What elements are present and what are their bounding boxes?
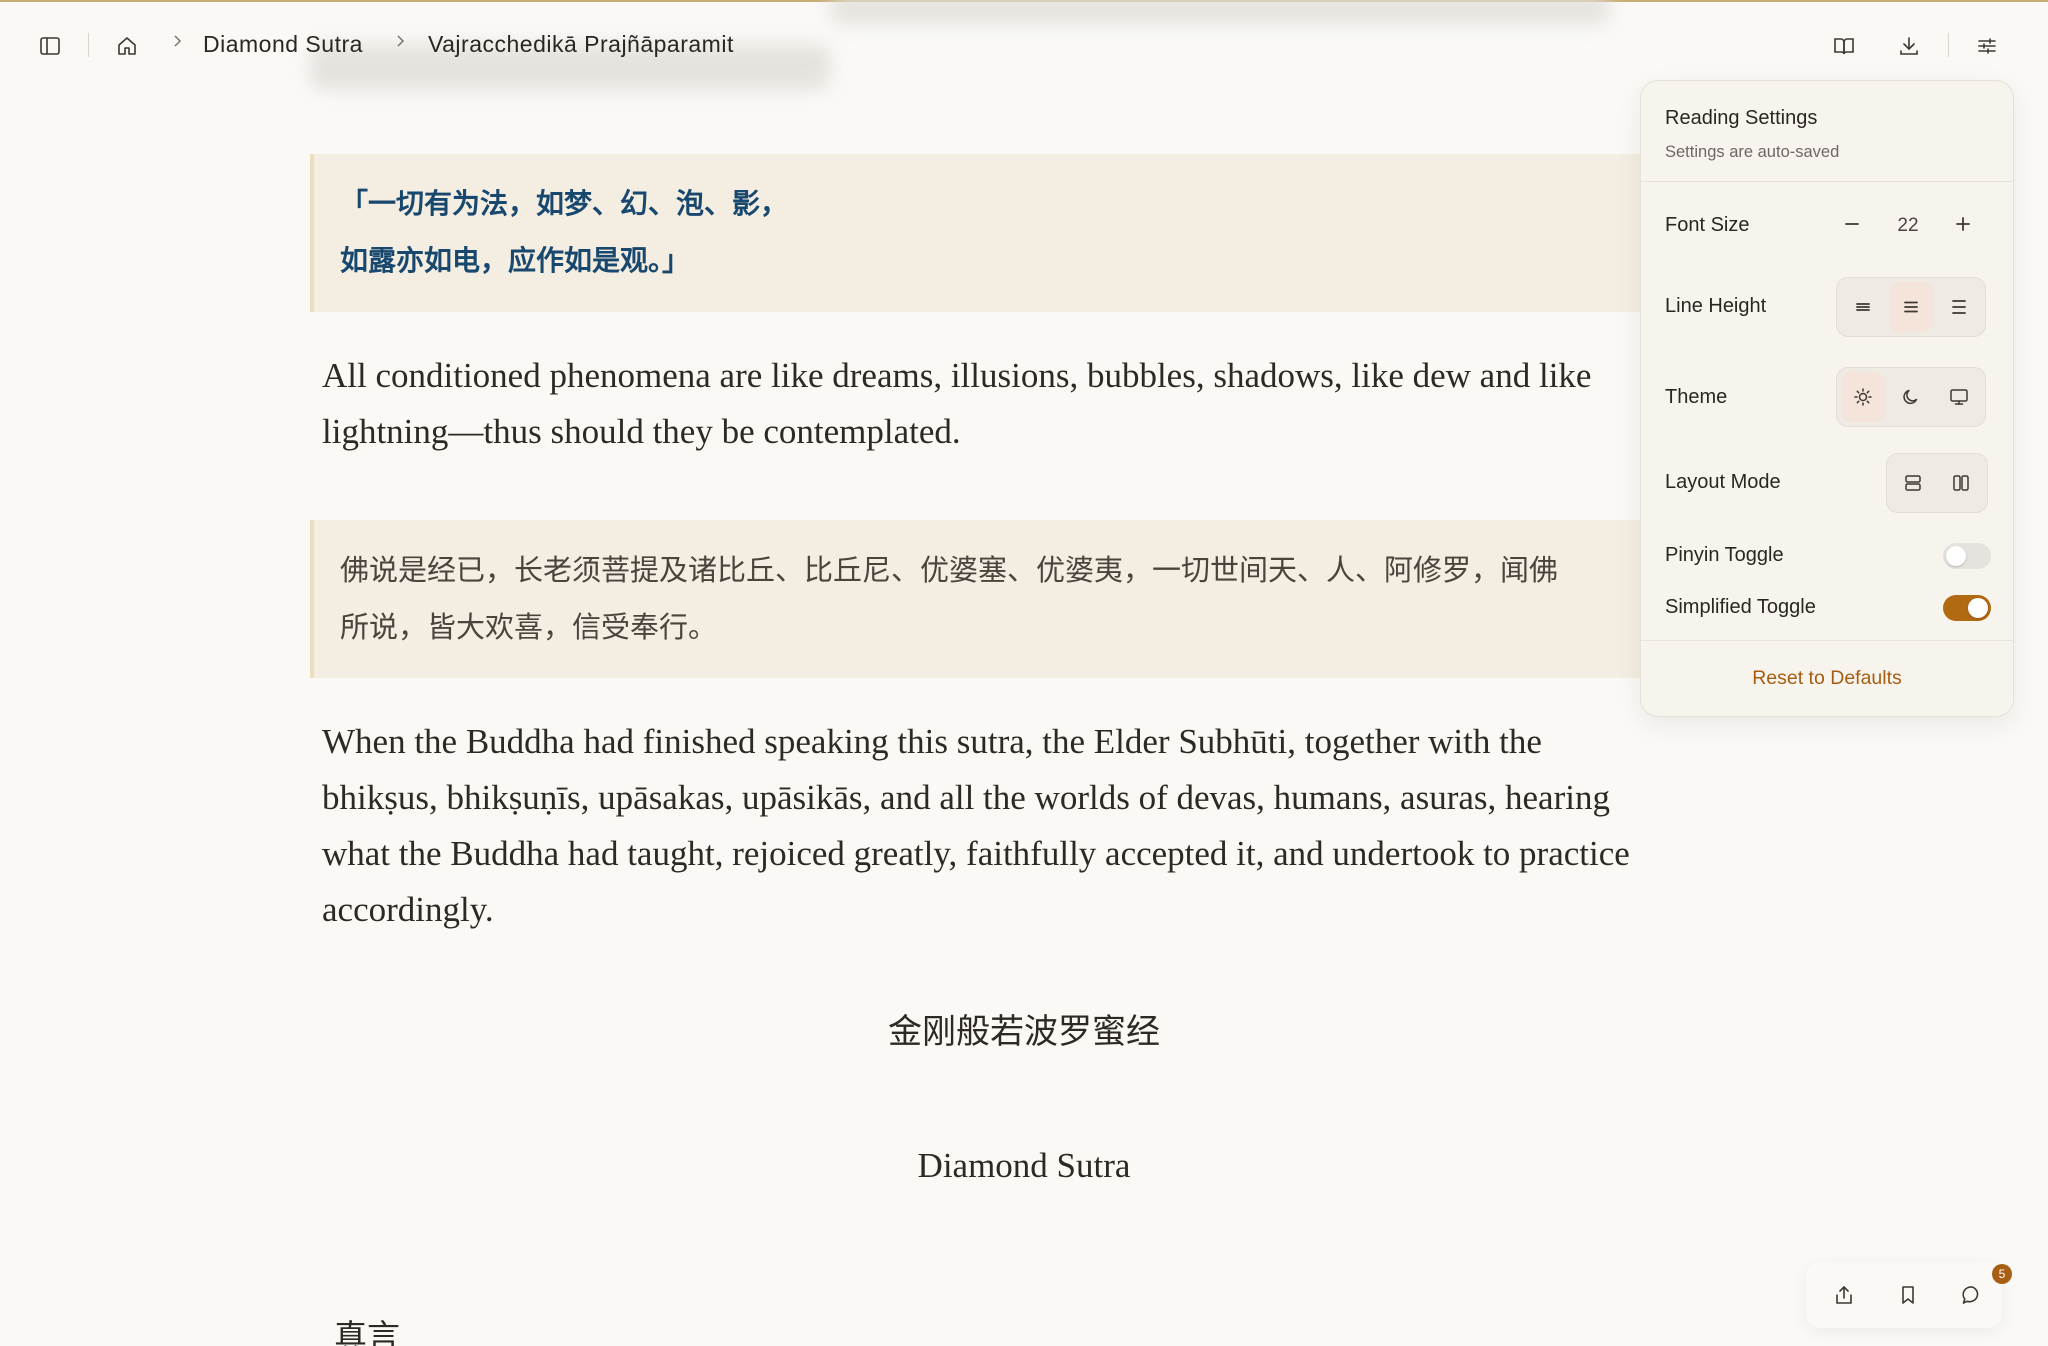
sutra-title-english: Diamond Sutra [917, 1146, 1131, 1185]
reading-mode-button[interactable] [1824, 26, 1864, 66]
book-icon [1834, 38, 1854, 55]
header-divider-right [1948, 33, 1949, 57]
minus-icon [1845, 223, 1859, 225]
reading-settings-panel: Reading Settings Settings are auto-saved… [1640, 80, 2014, 717]
line-height-segmented-control [1836, 277, 1986, 337]
panel-divider [1641, 640, 2013, 641]
home-icon [118, 37, 136, 55]
font-size-value: 22 [1897, 215, 1919, 236]
closing-translation-line: what the Buddha had taught, rejoiced gre… [322, 834, 1630, 873]
line-height-normal-option[interactable] [1889, 282, 1933, 332]
settings-button[interactable] [1967, 26, 2007, 66]
mantra-heading: 真言 [334, 1317, 400, 1346]
closing-chinese-line: 佛说是经已，长老须菩提及诸比丘、比丘尼、优婆塞、优婆夷，一切世间天、人、阿修罗，… [340, 553, 1559, 587]
download-button[interactable] [1889, 26, 1929, 66]
settings-subtitle: Settings are auto-saved [1665, 143, 1840, 161]
reset-to-defaults-button[interactable]: Reset to Defaults [1641, 667, 2013, 690]
home-button[interactable] [107, 26, 147, 66]
columns-icon [1953, 475, 1969, 491]
sutra-title-chinese: 金刚般若波罗蜜经 [888, 1012, 1160, 1052]
theme-segmented-control [1836, 367, 1986, 427]
comments-button[interactable] [1952, 1275, 1992, 1315]
line-height-compact-icon [1856, 303, 1870, 311]
sliders-icon [1978, 38, 1996, 54]
font-size-decrease-button[interactable] [1834, 206, 1870, 242]
font-size-label: Font Size [1665, 214, 1750, 236]
simplified-toggle-label: Simplified Toggle [1665, 596, 1816, 618]
breadcrumb-chevron-icon [392, 33, 408, 54]
line-height-relaxed-option[interactable] [1937, 282, 1981, 332]
layout-mode-segmented-control [1886, 453, 1988, 513]
line-height-relaxed-icon [1952, 300, 1966, 314]
bookmark-button[interactable] [1888, 1275, 1928, 1315]
layout-mode-label: Layout Mode [1665, 471, 1781, 493]
panel-divider [1641, 181, 2013, 182]
closing-translation-line: When the Buddha had finished speaking th… [322, 722, 1542, 761]
simplified-toggle[interactable] [1943, 595, 1991, 621]
verse-translation-line: All conditioned phenomena are like dream… [322, 356, 1592, 395]
theme-light-option[interactable] [1841, 372, 1885, 422]
bottom-floating-toolbar [1806, 1262, 2002, 1328]
closing-chinese-line: 所说，皆大欢喜，信受奉行。 [340, 610, 718, 644]
line-height-normal-icon [1904, 301, 1918, 313]
moon-icon [1903, 389, 1918, 405]
verse-line: 「一切有为法，如梦、幻、泡、影， [340, 187, 789, 220]
header-divider [88, 33, 89, 57]
verse-translation: All conditioned phenomena are like dream… [322, 348, 1591, 460]
line-height-compact-option[interactable] [1841, 282, 1885, 332]
pinyin-toggle-label: Pinyin Toggle [1665, 544, 1784, 566]
theme-system-option[interactable] [1937, 372, 1981, 422]
download-icon [1900, 37, 1918, 55]
verse-quote-block: 「一切有为法，如梦、幻、泡、影， 如露亦如电，应作如是观。」 [310, 154, 1650, 312]
closing-translation: When the Buddha had finished speaking th… [322, 714, 1630, 938]
layout-rows-option[interactable] [1891, 458, 1935, 508]
closing-translation-line: accordingly. [322, 890, 494, 929]
closing-chinese-block: 佛说是经已，长老须菩提及诸比丘、比丘尼、优婆塞、优婆夷，一切世间天、人、阿修罗，… [310, 520, 1650, 678]
monitor-icon [1950, 389, 1968, 405]
font-size-increase-button[interactable] [1945, 206, 1981, 242]
rows-icon [1905, 475, 1921, 491]
bookmark-icon [1902, 1286, 1914, 1304]
settings-title: Reading Settings [1665, 107, 1818, 129]
pinyin-toggle[interactable] [1943, 543, 1991, 569]
toggle-knob [1946, 546, 1966, 566]
topbar: Diamond Sutra Vajracchedikā Prajñāparami… [0, 0, 2048, 92]
share-button[interactable] [1824, 1275, 1864, 1315]
closing-translation-line: bhikṣus, bhikṣuṇīs, upāsakas, upāsikās, … [322, 778, 1610, 817]
verse-line: 如露亦如电，应作如是观。」 [340, 244, 691, 277]
comment-count-badge: 5 [1992, 1264, 2012, 1284]
sun-icon [1854, 388, 1872, 406]
breadcrumb-item-current[interactable]: Vajracchedikā Prajñāparamit [428, 31, 734, 58]
verse-translation-line: lightning—thus should they be contemplat… [322, 412, 961, 451]
line-height-label: Line Height [1665, 295, 1767, 317]
breadcrumb-item-diamond-sutra[interactable]: Diamond Sutra [203, 31, 363, 58]
plus-icon [1956, 217, 1970, 231]
chat-bubble-icon [1962, 1286, 1979, 1304]
breadcrumb-chevron-icon [169, 33, 185, 54]
toggle-knob [1968, 598, 1988, 618]
sidebar-toggle-button[interactable] [30, 26, 70, 66]
sidebar-icon [40, 37, 60, 55]
theme-dark-option[interactable] [1889, 372, 1933, 422]
theme-label: Theme [1665, 386, 1728, 408]
share-icon [1836, 1286, 1852, 1304]
layout-columns-option[interactable] [1939, 458, 1983, 508]
